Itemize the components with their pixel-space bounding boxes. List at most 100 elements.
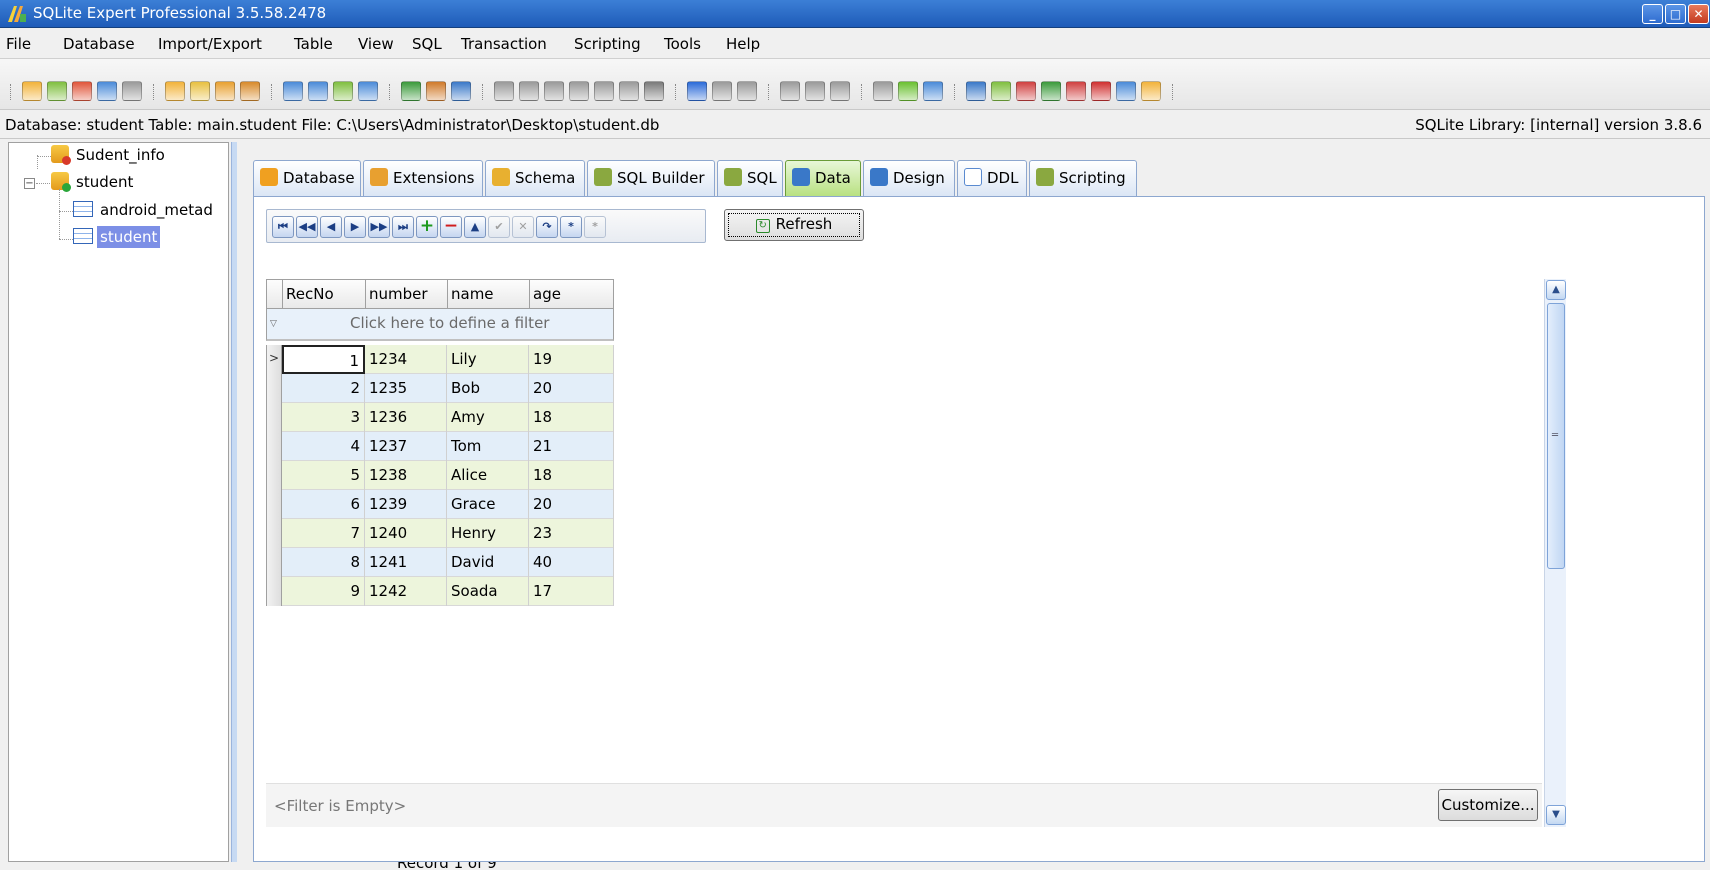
- menu-view[interactable]: View: [358, 35, 394, 53]
- cell-recno[interactable]: 7: [282, 519, 365, 548]
- help-icon[interactable]: [966, 81, 986, 101]
- cell-number[interactable]: 1240: [365, 519, 447, 548]
- edit-icon[interactable]: [1041, 81, 1061, 101]
- tab-ddl[interactable]: DDL: [957, 160, 1027, 196]
- cell-name[interactable]: Amy: [447, 403, 529, 432]
- import-text-icon[interactable]: [333, 81, 353, 101]
- cell-age[interactable]: 21: [529, 432, 614, 461]
- cell-number[interactable]: 1235: [365, 374, 447, 403]
- table-new-icon[interactable]: [165, 81, 185, 101]
- row-indicator[interactable]: [266, 374, 282, 403]
- edit-record-button[interactable]: ▲: [464, 216, 486, 238]
- script-stop-icon[interactable]: [594, 81, 614, 101]
- transaction-begin-icon[interactable]: [687, 81, 707, 101]
- table-edit-icon[interactable]: [190, 81, 210, 101]
- cell-name[interactable]: Alice: [447, 461, 529, 490]
- cell-age[interactable]: 18: [529, 403, 614, 432]
- filter-row[interactable]: ▽ Click here to define a filter: [266, 309, 614, 341]
- menu-transaction[interactable]: Transaction: [461, 35, 547, 53]
- vertical-scrollbar[interactable]: ▲ ═ ▼: [1544, 279, 1566, 827]
- cell-age[interactable]: 19: [529, 345, 614, 374]
- tab-design[interactable]: Design: [863, 160, 955, 196]
- column-header-recno[interactable]: RecNo: [283, 280, 366, 310]
- scroll-down-icon[interactable]: ▼: [1546, 805, 1566, 825]
- column-header-age[interactable]: age: [530, 280, 613, 310]
- tree-item-student-table[interactable]: student: [73, 226, 161, 252]
- tab-database[interactable]: Database: [253, 160, 361, 196]
- menu-file[interactable]: File: [6, 35, 31, 53]
- sql-icon[interactable]: [401, 81, 421, 101]
- next-page-button[interactable]: ▶▶: [368, 216, 390, 238]
- script-save-icon[interactable]: [544, 81, 564, 101]
- cell-recno[interactable]: 1: [282, 345, 365, 374]
- menu-database[interactable]: Database: [63, 35, 135, 53]
- menu-table[interactable]: Table: [294, 35, 333, 53]
- cell-name[interactable]: Henry: [447, 519, 529, 548]
- cell-number[interactable]: 1238: [365, 461, 447, 490]
- tree-item-android-metadata[interactable]: android_metad: [73, 199, 216, 225]
- table-row[interactable]: 2 1235 Bob 20: [266, 374, 614, 403]
- menu-sql[interactable]: SQL: [412, 35, 442, 53]
- goto-bookmark-button[interactable]: *: [584, 216, 606, 238]
- prev-record-button[interactable]: ◀: [320, 216, 342, 238]
- cancel-edit-button[interactable]: ✕: [512, 216, 534, 238]
- table-row[interactable]: 4 1237 Tom 21: [266, 432, 614, 461]
- cell-age[interactable]: 20: [529, 490, 614, 519]
- cell-age[interactable]: 40: [529, 548, 614, 577]
- cell-name[interactable]: Tom: [447, 432, 529, 461]
- cell-recno[interactable]: 9: [282, 577, 365, 606]
- cell-name[interactable]: Lily: [447, 345, 529, 374]
- settings-icon[interactable]: [873, 81, 893, 101]
- tab-sql[interactable]: SQL: [717, 160, 783, 196]
- mail-icon[interactable]: [1066, 81, 1086, 101]
- database-detach-icon[interactable]: [72, 81, 92, 101]
- insert-record-button[interactable]: +: [416, 216, 438, 238]
- tab-data[interactable]: Data: [785, 160, 861, 197]
- script-run-icon[interactable]: [569, 81, 589, 101]
- cell-number[interactable]: 1237: [365, 432, 447, 461]
- table-rename-icon[interactable]: [240, 81, 260, 101]
- script-open-icon[interactable]: [519, 81, 539, 101]
- tab-extensions[interactable]: Extensions: [363, 160, 483, 196]
- table-row[interactable]: 3 1236 Amy 18: [266, 403, 614, 432]
- tools-icon[interactable]: [1016, 81, 1036, 101]
- table-row[interactable]: 6 1239 Grace 20: [266, 490, 614, 519]
- cell-recno[interactable]: 5: [282, 461, 365, 490]
- cell-recno[interactable]: 3: [282, 403, 365, 432]
- cell-recno[interactable]: 2: [282, 374, 365, 403]
- table-delete-icon[interactable]: [215, 81, 235, 101]
- menu-help[interactable]: Help: [726, 35, 760, 53]
- customize-button[interactable]: Customize...: [1438, 789, 1538, 821]
- table-row[interactable]: 5 1238 Alice 18: [266, 461, 614, 490]
- tab-scripting[interactable]: Scripting: [1029, 160, 1137, 196]
- scroll-thumb[interactable]: ═: [1547, 303, 1565, 569]
- cell-number[interactable]: 1236: [365, 403, 447, 432]
- transaction-commit-icon[interactable]: [712, 81, 732, 101]
- cell-name[interactable]: Soada: [447, 577, 529, 606]
- database-tree[interactable]: Sudent_info − student android_metad stud…: [8, 142, 229, 862]
- script-icon-b[interactable]: [805, 81, 825, 101]
- row-indicator[interactable]: [266, 519, 282, 548]
- delete-record-button[interactable]: −: [440, 216, 462, 238]
- script-icon-c[interactable]: [830, 81, 850, 101]
- row-indicator[interactable]: [266, 403, 282, 432]
- cell-age[interactable]: 20: [529, 374, 614, 403]
- tree-item-student-db[interactable]: student: [51, 171, 136, 197]
- cell-name[interactable]: Bob: [447, 374, 529, 403]
- table-row[interactable]: 9 1242 Soada 17: [266, 577, 614, 606]
- row-indicator[interactable]: [266, 548, 282, 577]
- post-edit-button[interactable]: ✔: [488, 216, 510, 238]
- row-indicator[interactable]: [266, 577, 282, 606]
- cancel-icon[interactable]: [644, 81, 664, 101]
- next-record-button[interactable]: ▶: [344, 216, 366, 238]
- home-icon[interactable]: [991, 81, 1011, 101]
- row-indicator[interactable]: [266, 432, 282, 461]
- tab-sql-builder[interactable]: SQL Builder: [587, 160, 715, 196]
- table-row[interactable]: 8 1241 David 40: [266, 548, 614, 577]
- cell-name[interactable]: David: [447, 548, 529, 577]
- collapse-icon[interactable]: −: [24, 178, 35, 189]
- bookmark-icon[interactable]: [426, 81, 446, 101]
- table-row[interactable]: 7 1240 Henry 23: [266, 519, 614, 548]
- cell-recno[interactable]: 6: [282, 490, 365, 519]
- csv-icon[interactable]: [451, 81, 471, 101]
